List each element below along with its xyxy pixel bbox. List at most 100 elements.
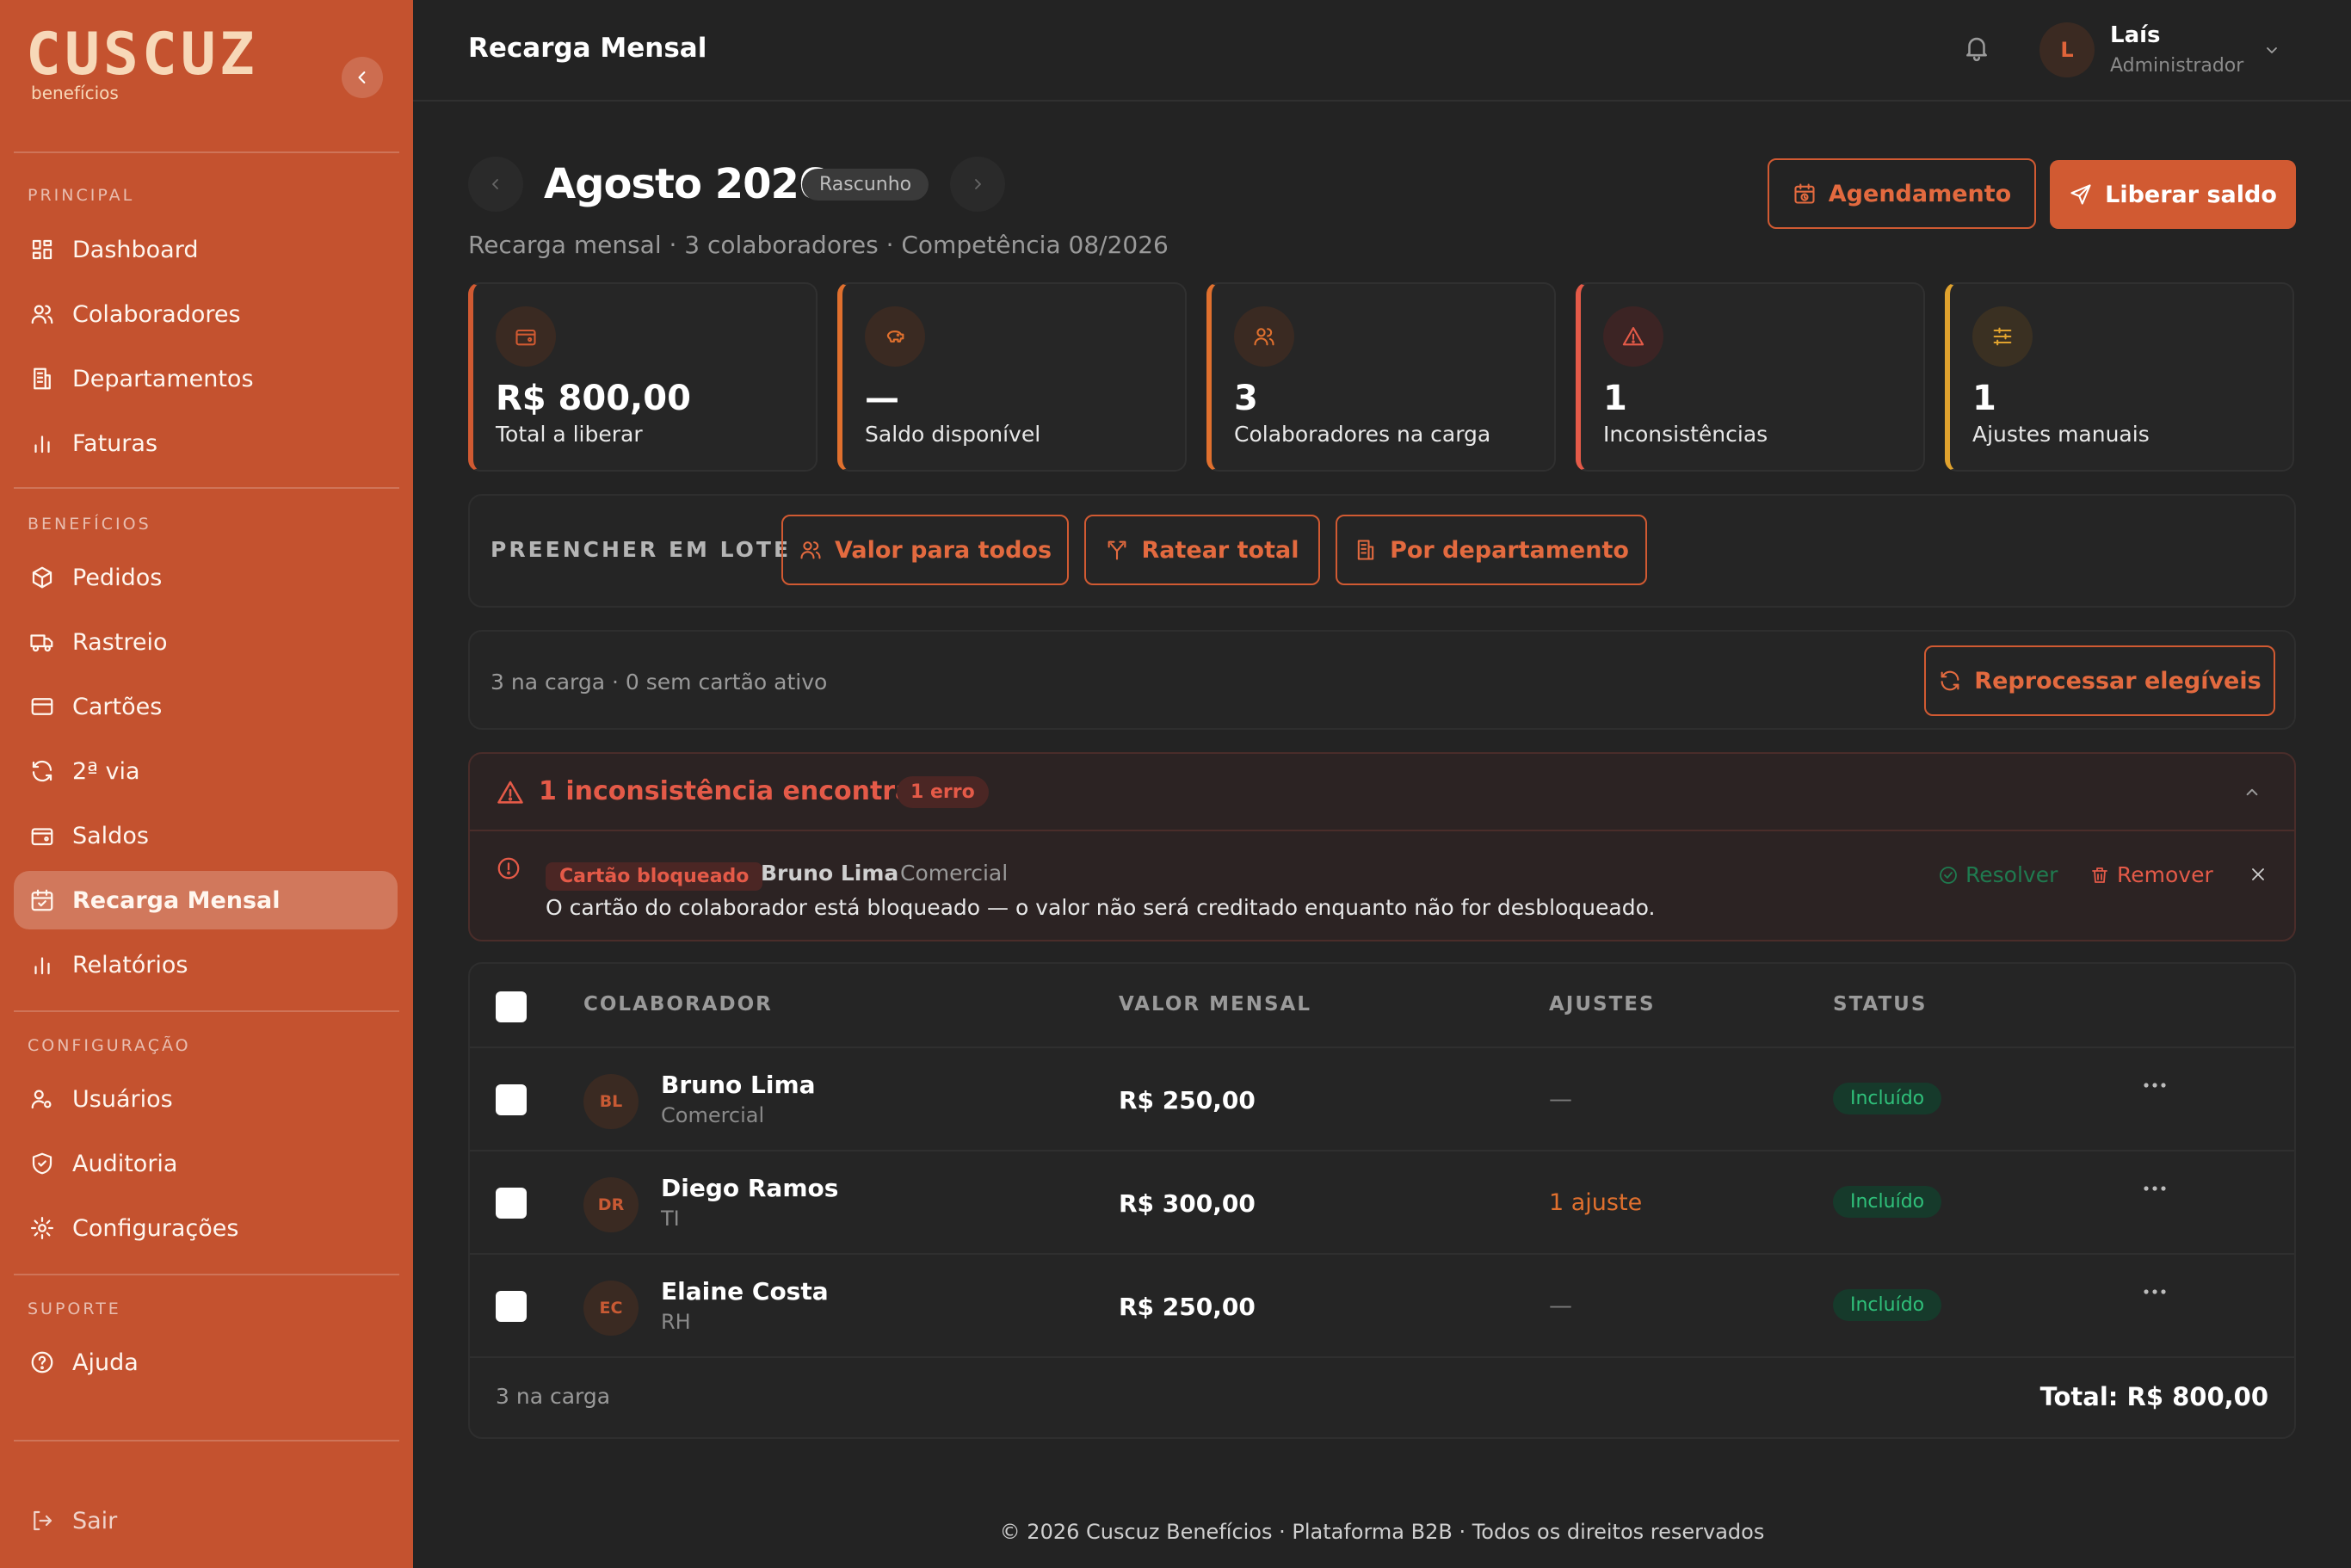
prev-month-button[interactable] [468,157,523,212]
employees-table: COLABORADOR VALOR MENSAL AJUSTES STATUS … [468,962,2296,1439]
truck-icon [30,634,53,652]
section-label-beneficios: BENEFÍCIOS [28,515,151,534]
logout-label: Sair [72,1507,118,1534]
stat-value: 1 [1603,379,1627,418]
stat-value: 3 [1234,379,1258,418]
release-balance-button[interactable]: Liberar saldo [2050,160,2296,229]
building-icon [34,367,51,390]
calendar-check-icon [31,889,53,911]
monthly-value[interactable]: R$ 250,00 [1119,1086,1256,1114]
monthly-value[interactable]: R$ 300,00 [1119,1189,1256,1218]
sidebar-item-label: Dashboard [72,236,199,263]
sidebar-item-label: Relatórios [72,951,188,978]
row-checkbox[interactable] [496,1188,527,1219]
sidebar-item-label: Rastreio [72,628,168,656]
remove-label: Remover [2117,862,2213,887]
adjustments-link[interactable]: 1 ajuste [1549,1189,1642,1216]
dashboard-icon [32,239,52,260]
check-circle-icon [1940,866,1957,884]
calendar-clock-icon [1794,183,1815,204]
stat-card-ajustes: 1 Ajustes manuais [1945,282,2294,472]
sidebar-item-rastreio[interactable]: Rastreio [14,613,398,671]
brand-logo[interactable]: CUSCUZ benefícios [26,21,258,104]
split-total-button[interactable]: Ratear total [1084,515,1320,585]
logo-wordmark: CUSCUZ [26,21,258,89]
by-department-label: Por departamento [1390,536,1629,564]
employee-dept: RH [661,1310,691,1334]
refresh-icon [32,760,52,782]
reprocess-eligible-button[interactable]: Reprocessar elegíveis [1924,645,2275,716]
table-row[interactable]: DR Diego Ramos TI R$ 300,00 1 ajuste Inc… [470,1150,2294,1253]
user-avatar[interactable]: L [2039,22,2095,77]
table-row[interactable]: EC Elaine Costa RH R$ 250,00 — Incluído [470,1253,2294,1356]
logout-button[interactable]: Sair [14,1491,398,1550]
credit-card-icon [31,698,53,715]
chevron-down-icon [2267,47,2277,53]
sidebar-item-colaboradores[interactable]: Colaboradores [14,285,398,343]
sidebar-item-recarga-mensal[interactable]: Recarga Mensal [14,871,398,929]
sidebar-item-faturas[interactable]: Faturas [14,414,398,472]
sidebar-item-label: Usuários [72,1085,173,1113]
status-badge: Incluído [1833,1083,1942,1114]
sidebar-item-ajuda[interactable]: Ajuda [14,1333,398,1392]
stat-icon-wrap [1972,306,2033,367]
select-all-checkbox[interactable] [496,991,527,1022]
close-icon[interactable] [2248,864,2268,885]
collapse-sidebar-button[interactable] [342,57,383,98]
table-row[interactable]: BL Bruno Lima Comercial R$ 250,00 — Incl… [470,1046,2294,1150]
remove-button[interactable]: Remover [2089,862,2213,887]
sidebar-item-dashboard[interactable]: Dashboard [14,220,398,279]
notifications-button[interactable] [1962,33,1991,62]
sidebar-item-cartoes[interactable]: Cartões [14,677,398,736]
row-checkbox[interactable] [496,1291,527,1322]
sidebar-item-auditoria[interactable]: Auditoria [14,1134,398,1193]
stat-card-saldo: — Saldo disponível [837,282,1187,472]
stat-icon-wrap [865,306,925,367]
column-header-colaborador[interactable]: COLABORADOR [583,993,773,1015]
row-checkbox[interactable] [496,1084,527,1115]
next-month-button[interactable] [950,157,1005,212]
chevron-up-icon[interactable] [2241,781,2263,804]
adjustments: — [1549,1293,1572,1319]
user-menu-toggle[interactable] [2262,40,2282,60]
value-for-all-button[interactable]: Valor para todos [781,515,1069,585]
stat-card-total: R$ 800,00 Total a liberar [468,282,818,472]
alert-circle-icon [497,857,520,880]
stat-label: Saldo disponível [865,422,1041,447]
sidebar-item-usuarios[interactable]: Usuários [14,1070,398,1128]
stat-card-colaboradores: 3 Colaboradores na carga [1206,282,1556,472]
user-name[interactable]: Laís [2110,22,2161,48]
row-actions-button[interactable] [2143,1081,2167,1090]
by-department-button[interactable]: Por departamento [1336,515,1647,585]
sidebar-item-segunda-via[interactable]: 2ª via [14,742,398,800]
sidebar-item-saldos[interactable]: Saldos [14,806,398,865]
divider [14,1010,399,1012]
row-actions-button[interactable] [2143,1184,2167,1193]
period-title: Agosto 2026 [544,160,827,208]
adjustments: — [1549,1086,1572,1113]
column-header-ajustes[interactable]: AJUSTES [1549,993,1656,1015]
chevron-left-icon [358,71,366,83]
monthly-value[interactable]: R$ 250,00 [1119,1293,1256,1321]
column-header-status[interactable]: STATUS [1833,993,1927,1015]
avatar: DR [583,1177,639,1232]
users-icon [800,541,821,559]
sidebar-item-pedidos[interactable]: Pedidos [14,548,398,607]
resolve-button[interactable]: Resolver [1938,862,2058,887]
chevron-left-icon [492,179,498,189]
bell-icon [1966,37,1987,62]
sidebar-item-label: Ajuda [72,1349,139,1376]
issue-employee-dept: Comercial [900,861,1009,886]
building-icon [1357,540,1374,560]
more-horizontal-icon [2144,1186,2166,1191]
stat-value: R$ 800,00 [496,379,691,418]
sidebar-item-relatorios[interactable]: Relatórios [14,935,398,994]
status-badge: Incluído [1833,1289,1942,1321]
column-header-valor[interactable]: VALOR MENSAL [1119,993,1311,1015]
inconsistencies-header[interactable]: 1 inconsistência encontrada 1 erro [470,754,2294,831]
row-actions-button[interactable] [2143,1287,2167,1296]
sidebar-item-departamentos[interactable]: Departamentos [14,349,398,408]
table-footer-count: 3 na carga [496,1384,611,1409]
sidebar-item-configuracoes[interactable]: Configurações [14,1199,398,1257]
schedule-button[interactable]: Agendamento [1768,158,2036,229]
